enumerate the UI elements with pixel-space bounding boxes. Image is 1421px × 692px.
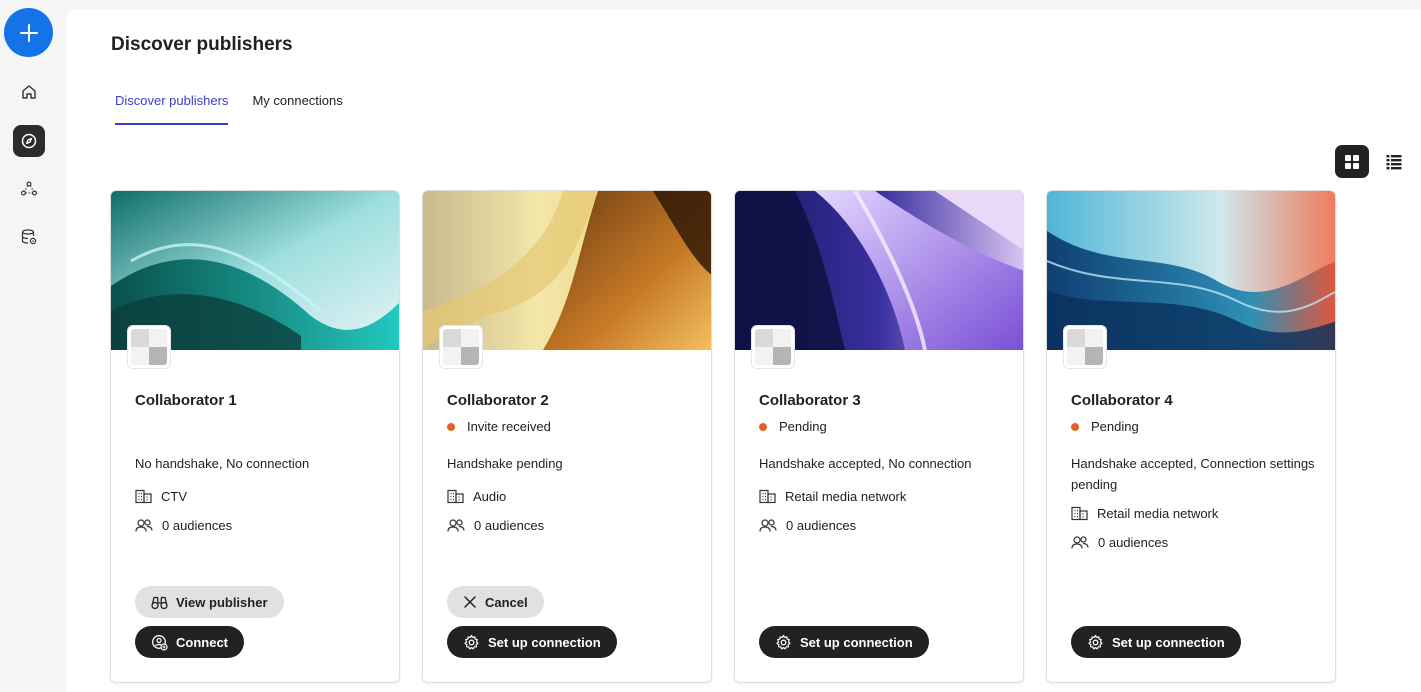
set-up-connection-label: Set up connection [488,634,601,650]
grid-view-button[interactable] [1335,145,1369,178]
page-title: Discover publishers [111,34,293,55]
create-button[interactable] [4,8,53,57]
gear-icon [464,634,479,649]
view-publisher-button[interactable]: View publisher [135,586,284,618]
tab-discover-publishers[interactable]: Discover publishers [115,93,229,125]
audience-count: 0 audiences [759,518,856,533]
audience-count-label: 0 audiences [786,518,857,533]
publisher-type-label: Retail media network [785,489,907,504]
status-dot [759,422,767,431]
audience-count: 0 audiences [135,518,232,533]
audience-count: 0 audiences [447,518,544,533]
card-title: Collaborator 3 [759,392,861,409]
set-up-connection-button[interactable]: Set up connection [447,626,617,658]
audience-count: 0 audiences [1071,535,1168,550]
left-nav-rail [0,0,58,692]
publisher-type: Retail media network [759,489,906,504]
set-up-connection-label: Set up connection [800,634,913,650]
gear-icon [776,634,791,649]
users-icon [1071,536,1089,549]
building-icon [1071,506,1088,521]
building-icon [759,489,776,504]
publisher-type-label: CTV [161,489,187,504]
cancel-label: Cancel [485,594,528,610]
collaborators-icon [21,181,38,196]
card-title: Collaborator 2 [447,392,549,409]
status-label: Pending [1091,419,1139,434]
publisher-type: CTV [135,489,187,504]
close-icon [464,596,476,608]
main-panel: Discover publishers Discover publishers … [66,9,1421,692]
publisher-logo [127,325,171,369]
card-title: Collaborator 1 [135,392,237,409]
set-up-connection-button[interactable]: Set up connection [759,626,929,658]
status-dot [1071,422,1079,431]
publisher-type-label: Audio [473,489,507,504]
card-title: Collaborator 4 [1071,392,1173,409]
audience-count-label: 0 audiences [474,518,545,533]
home-icon [22,85,36,99]
publisher-card[interactable]: Collaborator 2 Invite received Handshake… [422,190,712,683]
publisher-type-label: Retail media network [1097,506,1219,521]
publisher-type: Retail media network [1071,506,1218,521]
nav-discover[interactable] [13,125,45,157]
set-up-connection-label: Set up connection [1112,634,1225,650]
status-dot [447,422,455,431]
set-up-connection-button[interactable]: Set up connection [1071,626,1241,658]
users-icon [135,519,153,532]
cancel-button[interactable]: Cancel [447,586,544,618]
nav-collaborators[interactable] [13,173,45,205]
status-badge: Pending [1071,419,1139,434]
view-publisher-label: View publisher [176,594,268,610]
status-label: Pending [779,419,827,434]
nav-data-settings[interactable] [13,221,45,253]
plus-icon [19,23,38,42]
connect-icon [152,634,168,651]
users-icon [447,519,465,532]
status-badge: Pending [759,419,827,434]
connect-label: Connect [176,634,228,650]
status-label: Invite received [467,419,551,434]
nav-home[interactable] [13,76,45,108]
binoculars-icon [151,596,168,609]
publisher-logo [439,325,483,369]
publisher-card[interactable]: Collaborator 4 Pending Handshake accepte… [1046,190,1336,683]
gear-icon [1088,634,1103,649]
list-view-icon [1386,154,1402,169]
audience-count-label: 0 audiences [162,518,233,533]
grid-view-icon [1345,154,1359,169]
handshake-status: No handshake, No connection [135,456,310,471]
publisher-logo [1063,325,1107,369]
publisher-card[interactable]: Collaborator 1 No handshake, No connecti… [110,190,400,683]
users-icon [759,519,777,532]
handshake-status: Handshake accepted, Connection settings … [1071,456,1315,492]
tab-my-connections[interactable]: My connections [252,93,342,125]
audience-count-label: 0 audiences [1098,535,1169,550]
list-view-button[interactable] [1379,145,1409,178]
building-icon [447,489,464,504]
status-badge: Invite received [447,419,551,434]
data-settings-icon [21,229,37,245]
tab-bar: Discover publishers My connections [115,93,367,125]
publisher-type: Audio [447,489,506,504]
publisher-logo [751,325,795,369]
publisher-card[interactable]: Collaborator 3 Pending Handshake accepte… [734,190,1024,683]
building-icon [135,489,152,504]
connect-button[interactable]: Connect [135,626,244,658]
discover-icon [21,133,37,149]
handshake-status: Handshake pending [447,456,563,471]
handshake-status: Handshake accepted, No connection [759,456,972,471]
